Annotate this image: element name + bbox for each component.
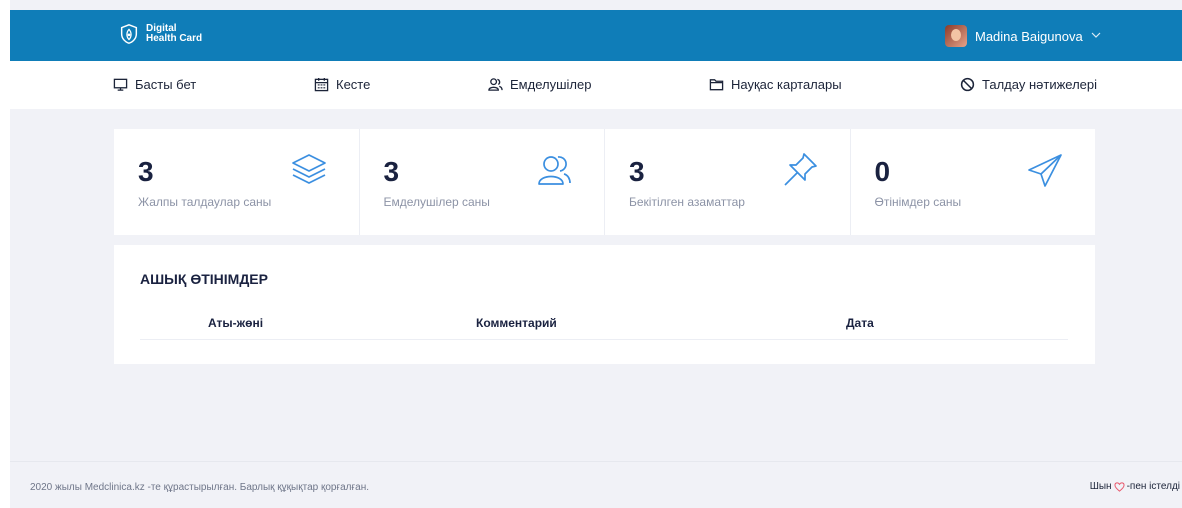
avatar <box>945 25 967 47</box>
users-icon <box>488 78 503 91</box>
column-header-date: Дата <box>846 316 874 330</box>
stat-value: 3 <box>138 156 154 187</box>
users-icon <box>538 156 571 185</box>
monitor-icon <box>113 78 128 91</box>
stat-label: Емделушілер саны <box>383 195 490 209</box>
window-edge <box>0 0 10 508</box>
logo[interactable]: Digital Health Card <box>118 23 202 45</box>
nav-item-label: Талдау нәтижелері <box>982 77 1098 92</box>
heart-icon <box>1114 481 1125 492</box>
nav-item-results[interactable]: Талдау нәтижелері <box>960 77 1097 92</box>
ban-icon <box>960 77 975 92</box>
stat-value: 3 <box>629 156 645 187</box>
nav-item-schedule[interactable]: Кесте <box>314 77 370 92</box>
logo-shield-icon <box>120 24 138 44</box>
stat-value: 3 <box>383 156 400 187</box>
logo-line-2: Health Card <box>146 33 203 44</box>
stat-value: 0 <box>874 156 891 187</box>
stat-label: Өтінімдер саны <box>874 195 962 209</box>
folder-icon <box>709 79 724 91</box>
footer-credit: Шын -пен істелді <box>1090 481 1180 492</box>
table-header-divider <box>140 339 1068 340</box>
chevron-down-icon <box>1091 30 1101 42</box>
pin-icon <box>783 153 817 186</box>
column-header-name: Аты-жөні <box>208 316 264 330</box>
footer-copyright: 2020 жылы Medclinica.kz -те құрастырылға… <box>30 482 370 493</box>
top-bar: Digital Health Card Madina Baigunova <box>10 10 1182 61</box>
stat-card-attached[interactable]: 3 Бекітілген азаматтар <box>605 129 851 235</box>
layers-icon <box>291 154 326 184</box>
stat-label: Бекітілген азаматтар <box>629 195 745 209</box>
user-menu[interactable]: Madina Baigunova <box>945 25 1101 47</box>
stats-row: 3 Жалпы талдаулар саны 3 Емделушілер сан… <box>114 129 1095 235</box>
column-header-comment: Комментарий <box>476 316 557 330</box>
nav-item-patients[interactable]: Емделушілер <box>488 77 591 92</box>
nav-item-home[interactable]: Басты бет <box>113 77 196 92</box>
footer-divider <box>10 461 1182 462</box>
stat-card-patients[interactable]: 3 Емделушілер саны <box>360 129 605 235</box>
stat-card-requests[interactable]: 0 Өтінімдер саны <box>851 129 1096 235</box>
logo-text: Digital Health Card <box>146 24 202 44</box>
nav-item-label: Емделушілер <box>510 77 592 92</box>
nav-item-label: Науқас карталары <box>731 77 842 92</box>
stat-label: Жалпы талдаулар саны <box>138 195 272 209</box>
nav-item-label: Басты бет <box>135 77 197 92</box>
footer-credit-prefix: Шын <box>1089 481 1112 492</box>
main-nav: Басты бет Кесте Емделушілер Науқас карта… <box>10 61 1182 109</box>
nav-item-label: Кесте <box>336 77 371 92</box>
panel-title: АШЫҚ ӨТІНІМДЕР <box>140 271 268 287</box>
footer-credit-suffix: -пен істелді <box>1126 481 1180 492</box>
user-name: Madina Baigunova <box>975 28 1083 44</box>
open-requests-panel: АШЫҚ ӨТІНІМДЕР Аты-жөні Комментарий Дата <box>114 245 1095 364</box>
calendar-icon <box>314 77 329 92</box>
stat-card-analyses[interactable]: 3 Жалпы талдаулар саны <box>114 129 360 235</box>
send-icon <box>1028 154 1062 187</box>
nav-item-patient-cards[interactable]: Науқас карталары <box>709 77 842 92</box>
